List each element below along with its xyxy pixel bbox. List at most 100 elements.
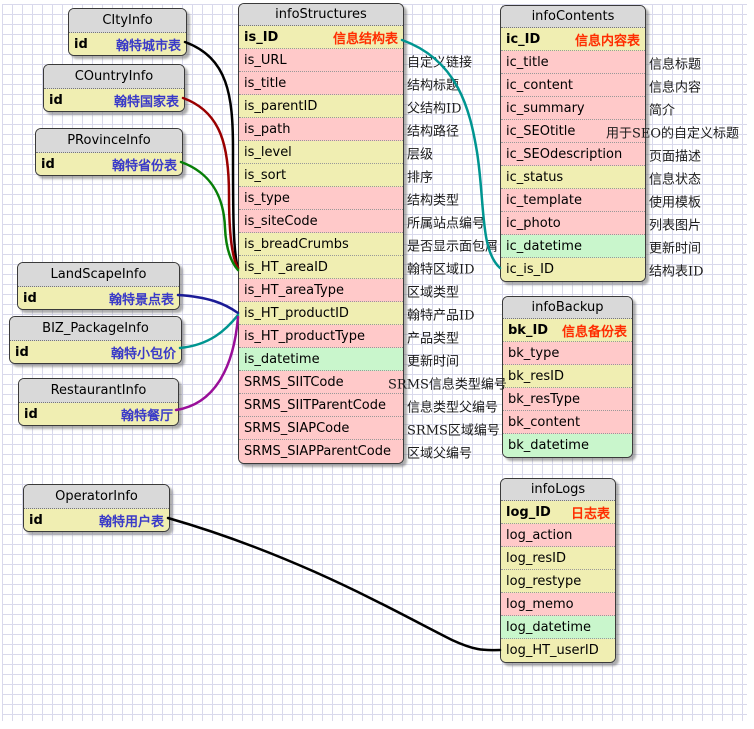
field-row-log_datetime: log_datetime (501, 616, 615, 639)
diagram-canvas: CItyInfoid翰特城市表COuntryInfoid翰特国家表PRovinc… (0, 0, 754, 729)
field-row-ic_photo: ic_photo (501, 212, 645, 235)
field-row-id: id 翰特省份表 (36, 153, 182, 175)
table-title-bizpackageinfo: BIZ_PackageInfo (10, 317, 181, 341)
field-name: is_level (244, 145, 292, 160)
field-note-ic_is_ID: 结构表ID (649, 261, 704, 280)
field-name: ic_datetime (506, 239, 582, 254)
field-name: id (29, 513, 43, 528)
field-name: id (41, 157, 55, 172)
field-note-is_parentID: 父结构ID (407, 98, 462, 117)
table-annotation: 翰特国家表 (108, 91, 179, 110)
field-note-ic_datetime: 更新时间 (649, 238, 701, 257)
field-name: log_memo (506, 597, 574, 612)
field-row-ic_template: ic_template (501, 189, 645, 212)
field-name: id (49, 93, 63, 108)
field-row-is_datetime: is_datetime (239, 348, 403, 371)
field-note-ic_SEOdescription: 页面描述 (649, 146, 701, 165)
field-row-ic_ID: ic_ID信息内容表 (501, 28, 645, 51)
field-note-ic_template: 使用模板 (649, 192, 701, 211)
field-name: ic_status (506, 170, 563, 185)
field-name: is_HT_productID (244, 306, 349, 321)
table-title-provinceinfo: PRovinceInfo (36, 129, 182, 153)
field-row-is_ID: is_ID 信息结构表 (239, 26, 403, 49)
field-row-ic_content: ic_content (501, 74, 645, 97)
field-row-SRMS_SIAPCode: SRMS_SIAPCode (239, 417, 403, 440)
field-note-is_path: 结构路径 (407, 121, 459, 140)
field-note-ic_photo: 列表图片 (649, 215, 701, 234)
field-note-is_datetime: 更新时间 (407, 351, 459, 370)
field-row-is_title: is_title (239, 72, 403, 95)
field-note-SRMS_SIITCode: SRMS信息类型编号 (388, 374, 507, 393)
table-annotation: 翰特景点表 (103, 289, 174, 308)
field-row-is_HT_areaType: is_HT_areaType (239, 279, 403, 302)
table-title-operatorinfo: OperatorInfo (24, 485, 169, 509)
field-name: SRMS_SIITParentCode (244, 398, 386, 413)
field-row-is_URL: is_URL (239, 49, 403, 72)
table-annotation: 信息内容表 (569, 30, 640, 49)
table-title-infocontents: infoContents (501, 6, 645, 28)
field-row-is_parentID: is_parentID (239, 95, 403, 118)
field-row-SRMS_SIAPParentCode: SRMS_SIAPParentCode (239, 440, 403, 463)
table-annotation: 日志表 (565, 503, 610, 522)
field-note-ic_SEOtitle: 用于SEO的自定义标题 (606, 123, 739, 142)
field-row-is_HT_areaID: is_HT_areaID (239, 256, 403, 279)
field-note-ic_status: 信息状态 (649, 169, 701, 188)
field-row-is_path: is_path (239, 118, 403, 141)
field-name: id (74, 37, 88, 52)
field-row-id: id 翰特小包价 (10, 341, 181, 363)
table-infobackup: infoBackupbk_ID信息备份表 bk_type bk_resID bk_re… (502, 296, 633, 458)
field-note-is_sort: 排序 (407, 167, 433, 186)
field-note-SRMS_SIAPCode: SRMS区域编号 (407, 420, 500, 439)
table-bizpackageinfo: BIZ_PackageInfoid 翰特小包价 (9, 316, 182, 364)
table-title-infostructures: infoStructures (239, 4, 403, 26)
field-name: bk_type (508, 346, 559, 361)
field-row-is_level: is_level (239, 141, 403, 164)
table-title-cityinfo: CItyInfo (69, 9, 186, 33)
field-name: ic_content (506, 78, 573, 93)
table-annotation: 翰特餐厅 (115, 405, 173, 424)
field-name: log_datetime (506, 620, 591, 635)
field-name: ic_SEOtitle (506, 124, 575, 139)
field-row-bk_resType: bk_resType (503, 388, 632, 411)
field-name: SRMS_SIITCode (244, 375, 344, 390)
field-name: ic_title (506, 55, 549, 70)
field-name: is_HT_productType (244, 329, 365, 344)
field-note-is_siteCode: 所属站点编号 (407, 213, 485, 232)
field-name: is_sort (244, 168, 286, 183)
table-title-infobackup: infoBackup (503, 297, 632, 319)
field-row-bk_content: bk_content (503, 411, 632, 434)
field-name: is_parentID (244, 99, 317, 114)
field-row-is_sort: is_sort (239, 164, 403, 187)
field-row-is_siteCode: is_siteCode (239, 210, 403, 233)
table-restaurantinfo: RestaurantInfoid翰特餐厅 (18, 378, 179, 426)
field-row-bk_resID: bk_resID (503, 365, 632, 388)
table-title-restaurantinfo: RestaurantInfo (19, 379, 178, 403)
field-name: bk_resID (508, 369, 564, 384)
field-row-log_restype: log_restype (501, 570, 615, 593)
field-row-bk_ID: bk_ID信息备份表 (503, 319, 632, 342)
field-name: log_resID (506, 551, 566, 566)
field-name: is_HT_areaID (244, 260, 328, 275)
field-note-is_level: 层级 (407, 144, 433, 163)
field-note-ic_title: 信息标题 (649, 54, 701, 73)
field-row-is_HT_productID: is_HT_productID (239, 302, 403, 325)
field-name: id (15, 345, 29, 360)
table-annotation: 信息结构表 (327, 28, 398, 47)
field-row-is_HT_productType: is_HT_productType (239, 325, 403, 348)
field-note-is_HT_areaType: 区域类型 (407, 282, 459, 301)
table-annotation: 翰特城市表 (110, 35, 181, 54)
table-cityinfo: CItyInfo id 翰特城市表 (68, 8, 187, 56)
field-name: is_path (244, 122, 290, 137)
field-row-SRMS_SIITParentCode: SRMS_SIITParentCode (239, 394, 403, 417)
field-name: id (23, 291, 37, 306)
table-annotation: 翰特省份表 (106, 155, 177, 174)
field-row-is_type: is_type (239, 187, 403, 210)
table-annotation: 翰特小包价 (105, 343, 176, 362)
field-note-ic_summary: 简介 (649, 100, 675, 119)
field-note-is_HT_productType: 产品类型 (407, 328, 459, 347)
field-note-is_URL: 自定义链接 (407, 52, 472, 71)
field-row-id: id 翰特城市表 (69, 33, 186, 55)
field-name: is_ID (244, 30, 278, 45)
field-name: is_breadCrumbs (244, 237, 349, 252)
field-note-is_type: 结构类型 (407, 190, 459, 209)
